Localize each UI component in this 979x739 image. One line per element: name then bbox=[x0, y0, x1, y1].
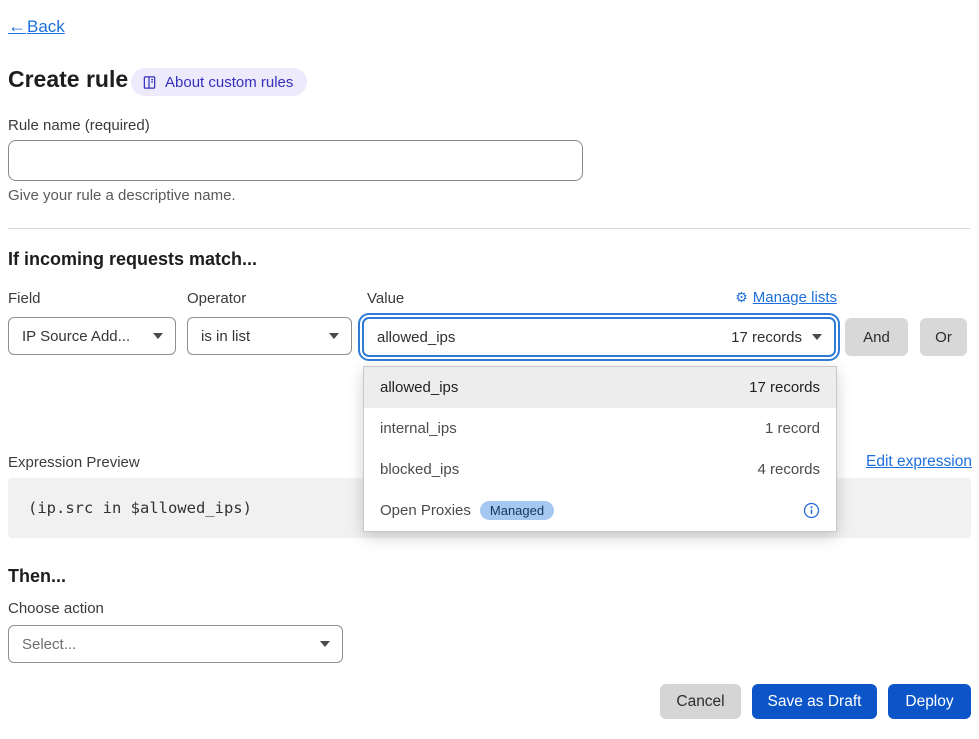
create-rule-page: ←Back Create rule About custom rules Rul… bbox=[0, 0, 979, 739]
list-item-open-proxies[interactable]: Open Proxies Managed bbox=[364, 490, 836, 531]
chevron-down-icon bbox=[812, 334, 822, 340]
info-icon[interactable] bbox=[803, 502, 820, 519]
page-title: Create rule bbox=[8, 66, 128, 93]
managed-badge: Managed bbox=[480, 501, 554, 520]
about-custom-rules-link[interactable]: About custom rules bbox=[131, 68, 307, 96]
cancel-button[interactable]: Cancel bbox=[660, 684, 741, 719]
chevron-down-icon bbox=[320, 641, 330, 647]
list-item-name: Open Proxies bbox=[380, 502, 471, 519]
list-item-record-count: 1 record bbox=[765, 420, 820, 437]
expression-preview-label: Expression Preview bbox=[8, 454, 140, 471]
edit-expression-link[interactable]: Edit expression bbox=[866, 453, 972, 471]
section-divider bbox=[8, 228, 970, 229]
manage-lists-link[interactable]: ⚙ Manage lists bbox=[735, 289, 837, 306]
field-label: Field bbox=[8, 290, 41, 307]
field-select-value: IP Source Add... bbox=[22, 328, 143, 345]
back-link[interactable]: ←Back bbox=[8, 16, 65, 37]
rule-name-input[interactable] bbox=[8, 140, 583, 181]
operator-label: Operator bbox=[187, 290, 246, 307]
rule-name-helper-text: Give your rule a descriptive name. bbox=[8, 187, 236, 204]
list-item-name: blocked_ips bbox=[380, 461, 459, 478]
deploy-button[interactable]: Deploy bbox=[888, 684, 971, 719]
and-button[interactable]: And bbox=[845, 318, 908, 356]
choose-action-label: Choose action bbox=[8, 600, 104, 617]
or-button[interactable]: Or bbox=[920, 318, 967, 356]
back-arrow-icon: ← bbox=[8, 16, 26, 37]
then-section-heading: Then... bbox=[8, 566, 66, 587]
field-select[interactable]: IP Source Add... bbox=[8, 317, 176, 355]
chevron-down-icon bbox=[153, 333, 163, 339]
value-select-value: allowed_ips bbox=[377, 329, 455, 346]
value-select[interactable]: allowed_ips 17 records bbox=[362, 317, 836, 357]
manage-lists-label: Manage lists bbox=[753, 289, 837, 306]
rule-name-label: Rule name (required) bbox=[8, 117, 150, 134]
action-select-placeholder: Select... bbox=[22, 636, 310, 653]
value-label: Value bbox=[367, 290, 404, 307]
list-item-record-count: 17 records bbox=[749, 379, 820, 396]
operator-select-value: is in list bbox=[201, 328, 319, 345]
action-select[interactable]: Select... bbox=[8, 625, 343, 663]
list-item-blocked-ips[interactable]: blocked_ips 4 records bbox=[364, 449, 836, 490]
operator-select[interactable]: is in list bbox=[187, 317, 352, 355]
save-as-draft-button[interactable]: Save as Draft bbox=[752, 684, 877, 719]
book-icon bbox=[142, 75, 157, 90]
match-section-heading: If incoming requests match... bbox=[8, 249, 257, 270]
chevron-down-icon bbox=[329, 333, 339, 339]
list-item-name: internal_ips bbox=[380, 420, 457, 437]
back-label: Back bbox=[27, 17, 65, 37]
value-select-record-count: 17 records bbox=[731, 329, 802, 346]
list-item-record-count: 4 records bbox=[757, 461, 820, 478]
value-dropdown-panel: allowed_ips 17 records internal_ips 1 re… bbox=[363, 366, 837, 532]
list-item-allowed-ips[interactable]: allowed_ips 17 records bbox=[364, 367, 836, 408]
list-item-internal-ips[interactable]: internal_ips 1 record bbox=[364, 408, 836, 449]
about-badge-label: About custom rules bbox=[165, 74, 293, 91]
list-item-name: allowed_ips bbox=[380, 379, 458, 396]
gear-icon: ⚙ bbox=[735, 289, 748, 306]
